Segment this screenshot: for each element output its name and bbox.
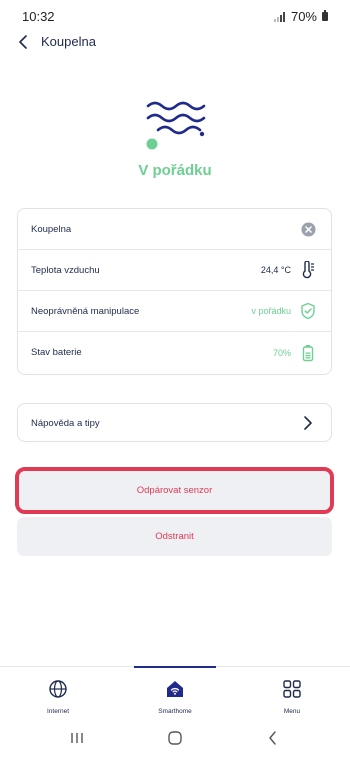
row-tamper: Neoprávněná manipulace v pořádku (18, 291, 331, 332)
signal-icon (273, 11, 285, 22)
shield-check-icon (299, 302, 317, 320)
grid-icon (283, 680, 301, 698)
thermometer-icon (299, 261, 317, 279)
row-label: Stav baterie (31, 347, 82, 358)
tamper-status-value: v pořádku (251, 306, 291, 316)
page-title: Koupelna (41, 34, 96, 49)
status-time: 10:32 (22, 9, 55, 24)
help-tips-link[interactable]: Nápověda a tipy (17, 403, 332, 442)
globe-icon (49, 680, 67, 698)
status-bar: 10:32 70% (0, 0, 350, 32)
back-arrow-icon[interactable] (14, 32, 34, 52)
unpair-sensor-button[interactable]: Odpárovat senzor (19, 471, 330, 510)
sensor-details-card: Koupelna Teplota vzduchu 24,4 °C Neopráv… (17, 208, 332, 375)
chevron-right-icon (304, 416, 312, 430)
header: Koupelna (0, 30, 350, 56)
home-icon[interactable] (165, 728, 185, 748)
nav-item-menu[interactable]: Menu (252, 679, 332, 715)
nav-item-internet[interactable]: Internet (18, 679, 98, 715)
system-back-icon[interactable] (263, 728, 283, 748)
row-label: Neoprávněná manipulace (31, 305, 140, 317)
sensor-status-hero: V pořádku (0, 98, 350, 188)
system-navigation (0, 716, 350, 758)
remove-button[interactable]: Odstranit (17, 517, 332, 556)
status-indicators: 70% (273, 9, 328, 24)
sensor-name-field[interactable]: Koupelna (31, 224, 71, 235)
help-tips-label: Nápověda a tipy (31, 418, 100, 429)
nav-label-internet: Internet (46, 708, 70, 715)
row-name[interactable]: Koupelna (18, 209, 331, 250)
nav-item-smarthome[interactable]: Smarthome (135, 679, 215, 715)
clear-icon[interactable] (299, 220, 317, 238)
bottom-navigation: Internet Smarthome Menu (0, 666, 350, 717)
row-label: Teplota vzduchu (31, 264, 100, 276)
smarthome-icon (167, 681, 183, 697)
recent-apps-icon[interactable] (67, 728, 87, 748)
sensor-status-text: V pořádku (138, 162, 212, 179)
row-temperature: Teplota vzduchu 24,4 °C (18, 250, 331, 291)
water-sensor-icon (146, 101, 206, 150)
status-battery-icon (322, 10, 328, 21)
nav-label-menu: Menu (283, 708, 301, 715)
battery-percent: 70% (290, 9, 317, 24)
battery-icon (299, 344, 317, 362)
temperature-value: 24,4 °C (260, 265, 291, 275)
nav-label-smarthome: Smarthome (158, 708, 192, 715)
battery-value: 70% (272, 347, 291, 358)
nav-active-indicator (134, 666, 216, 668)
row-battery: Stav baterie 70% (18, 332, 331, 373)
